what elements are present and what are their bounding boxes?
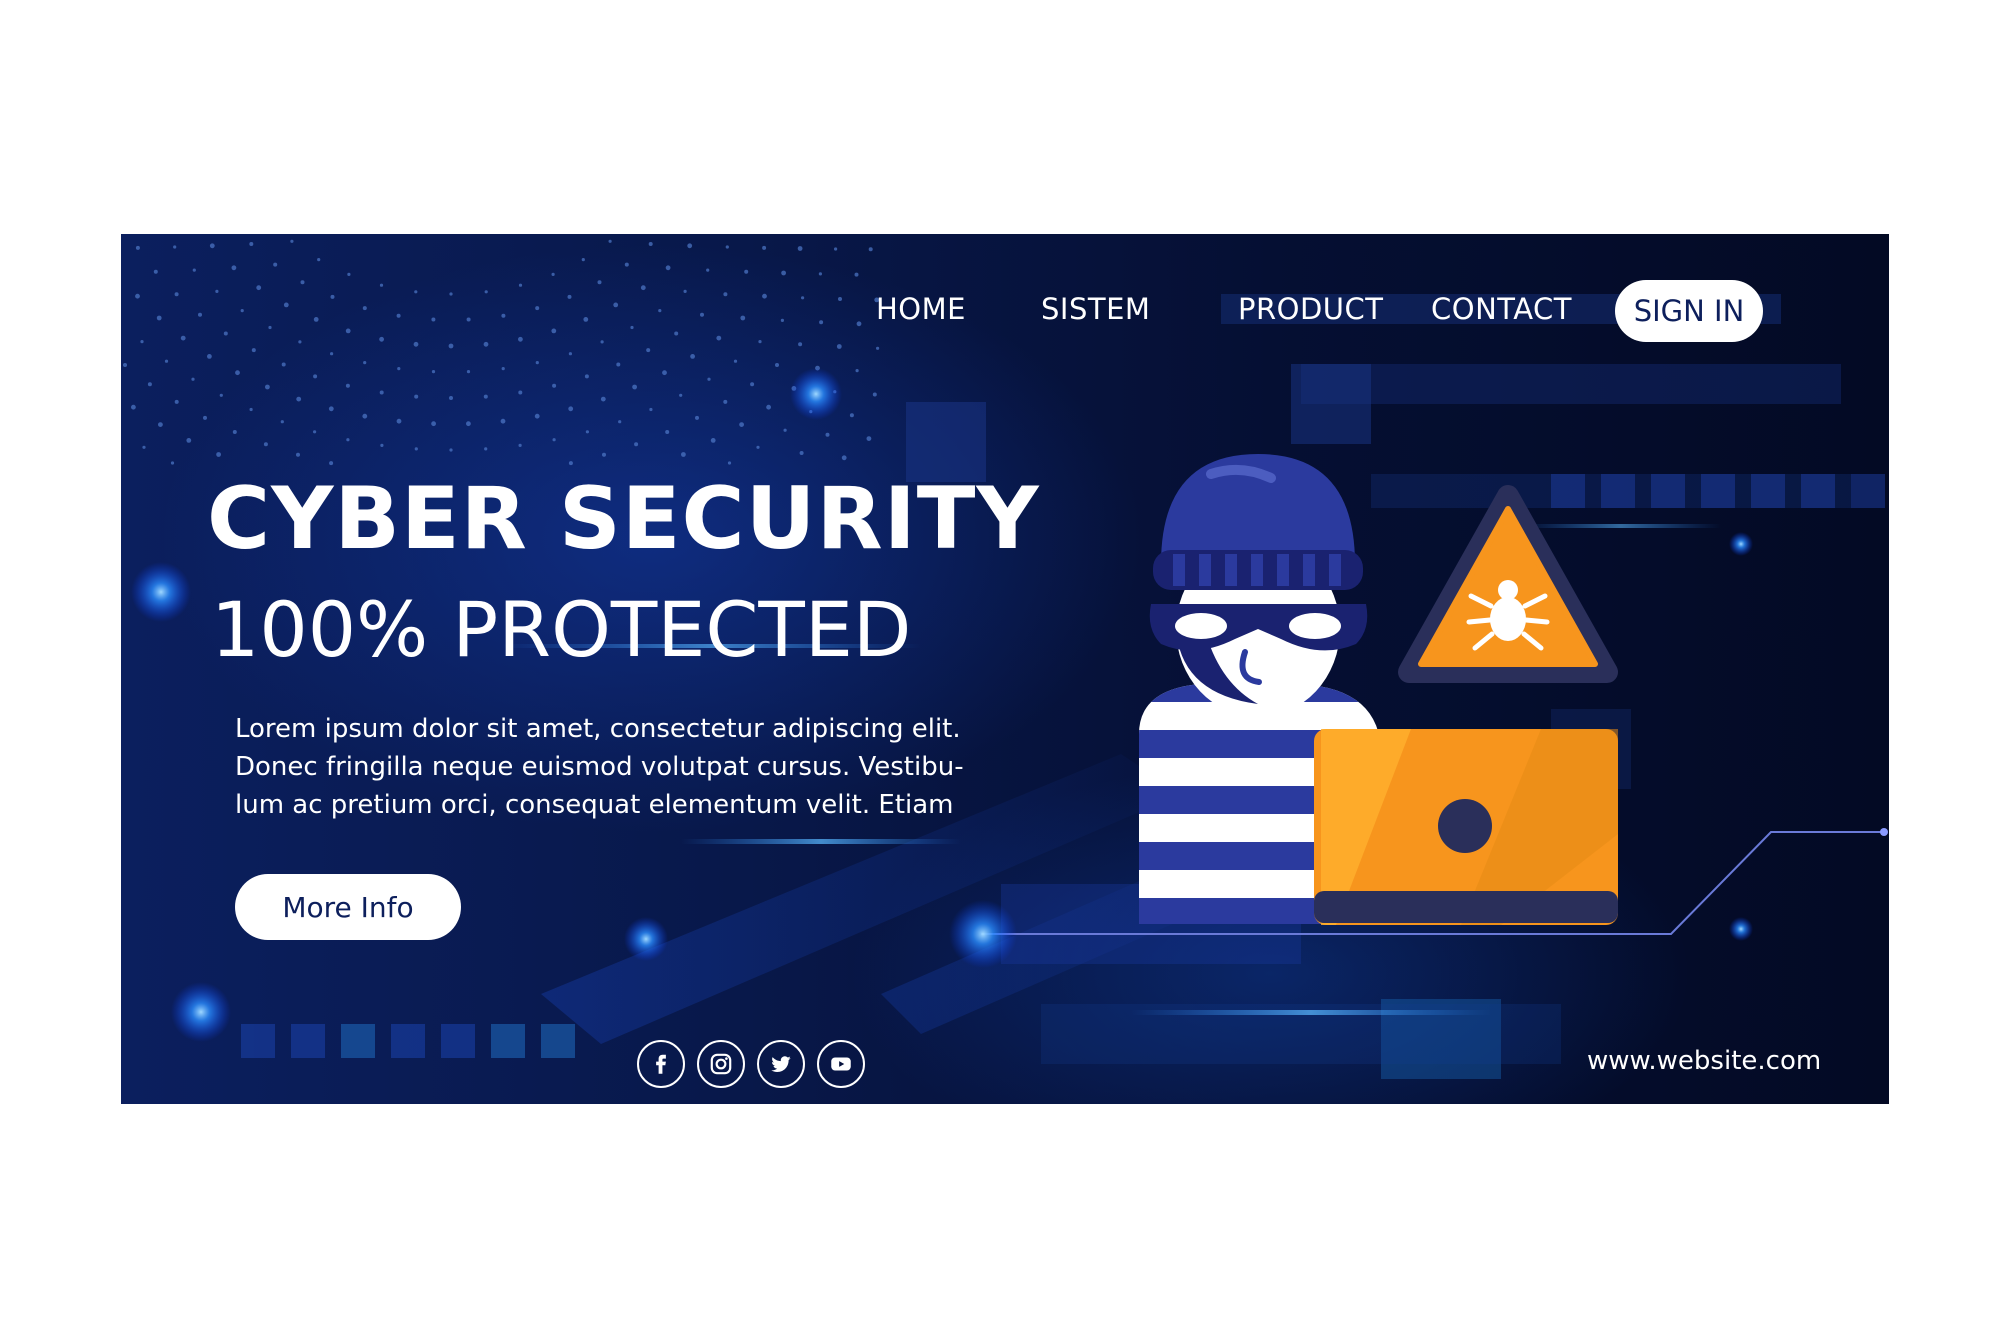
nav-contact[interactable]: CONTACT — [1431, 292, 1572, 326]
nav-home[interactable]: HOME — [876, 292, 966, 326]
social-links — [637, 1040, 865, 1088]
hero-description-line: lum ac pretium orci, consequat elementum… — [235, 790, 954, 820]
hero-subtitle: 100% PROTECTED — [211, 585, 912, 674]
hero-banner: HOME SISTEM PRODUCT CONTACT SIGN IN CYBE… — [121, 234, 1889, 1104]
page: HOME SISTEM PRODUCT CONTACT SIGN IN CYBE… — [0, 0, 2000, 1333]
hero-description-line: Lorem ipsum dolor sit amet, consectetur … — [235, 714, 961, 744]
nav-sistem[interactable]: SISTEM — [1041, 292, 1150, 326]
more-info-button[interactable]: More Info — [235, 874, 461, 940]
main-nav: HOME SISTEM PRODUCT CONTACT SIGN IN — [121, 280, 1889, 342]
nav-product[interactable]: PRODUCT — [1238, 292, 1383, 326]
hero-description: Lorem ipsum dolor sit amet, consectetur … — [235, 710, 995, 824]
sign-in-button[interactable]: SIGN IN — [1615, 280, 1763, 342]
hero-description-line: Donec fringilla neque euismod volutpat c… — [235, 752, 964, 782]
hero-title: CYBER SECURITY — [207, 469, 1040, 569]
instagram-icon[interactable] — [697, 1040, 745, 1088]
facebook-icon[interactable] — [637, 1040, 685, 1088]
youtube-icon[interactable] — [817, 1040, 865, 1088]
twitter-icon[interactable] — [757, 1040, 805, 1088]
website-url[interactable]: www.website.com — [1587, 1046, 1821, 1076]
